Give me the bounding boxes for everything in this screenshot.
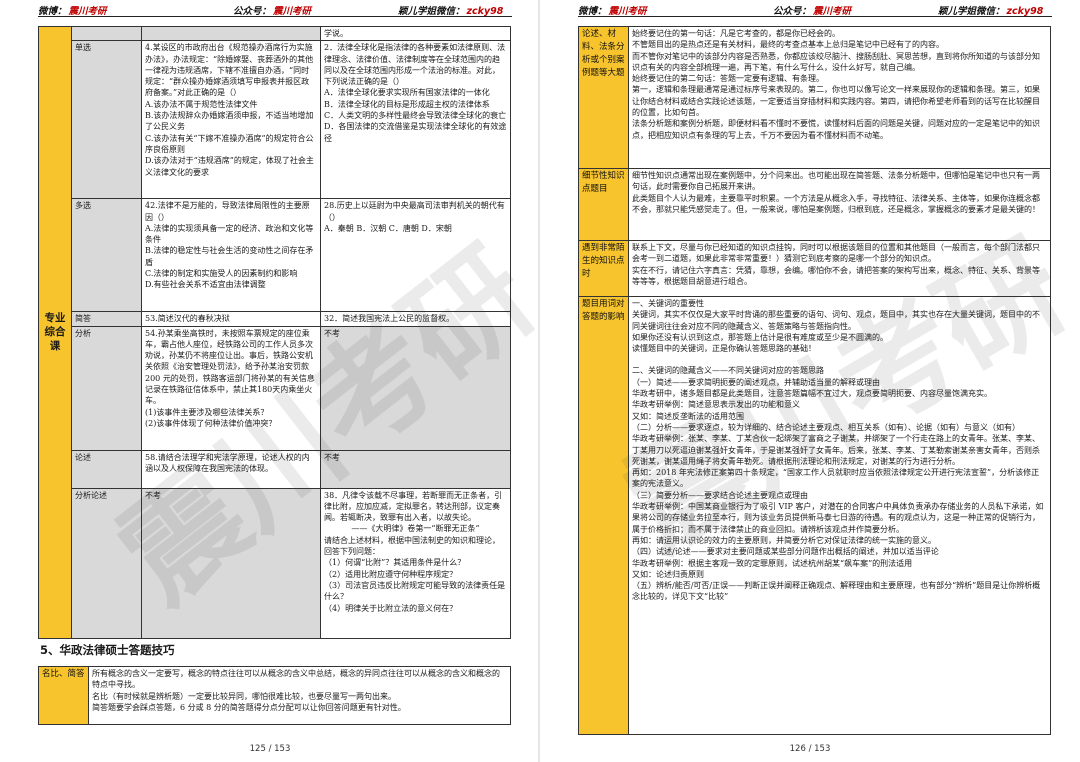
row-col2: 不考 <box>320 449 511 489</box>
weibo-label: 微博： <box>38 5 67 17</box>
row-col1: 53.简述汉代的春秋决狱 <box>141 311 321 327</box>
row-type: 多选 <box>71 198 142 313</box>
row-text: 一、关键词的重要性 关键词，其实不仅仅是大家平时背诵的那些重要的语句、词句、观点… <box>628 296 1051 735</box>
tips-text: 所有概念的含义一定要写，概念的特点往往可以从概念的含义中总结，概念的异同点往往可… <box>88 666 511 725</box>
side-label-cell: 专业综合课 <box>38 26 72 639</box>
row-col1: 4.某设区的市政府出台《规范操办酒席行为实施办法》，办法规定：“除婚嫁娶、丧葬酒… <box>141 40 321 200</box>
row-label: 遇到非常陌生的知识点时 <box>578 240 629 297</box>
row-col2: 32．简述我国宪法上公民的监督权。 <box>320 311 511 327</box>
left-page: 微博： 震川考研 公众号： 震川考研 颖儿学姐微信： zcky98 专业综合课 学说。… <box>0 0 540 762</box>
row-text: 始终要记住的第一句话：凡是它考查的，都是你已经会的。 不管题目出的是热点还是有关… <box>628 26 1051 169</box>
right-page: 微博： 震川考研 公众号： 震川考研 颖儿学姐微信： zcky98 论述、材料、法条分… <box>540 0 1080 762</box>
top-col2-cell: 学说。 <box>320 25 511 42</box>
row-label: 论述、材料、法条分析或个别案例题等大题 <box>578 26 629 169</box>
row-type: 论述 <box>71 449 142 489</box>
top-col1-cell <box>141 25 321 42</box>
exam-table: 专业综合课 学说。 单选 4.某设区的市政府出台《规范操办酒席行为实施办法》，办… <box>38 25 511 639</box>
row-text: 联系上下文，尽量与你已经知道的知识点挂钩，同时可以根据该题目的位置和其他题目（一… <box>628 240 1051 297</box>
row-text: 细节性知识点通常出现在案例题中，分个问来出。也可能出现在简答题、法条分析题中，但… <box>628 168 1051 241</box>
table-row: 题目用词对答题的影响 一、关键词的重要性 关键词，其实不仅仅是大家平时背诵的那些… <box>578 296 1051 735</box>
page-header: 微博： 震川考研 公众号： 震川考研 颖儿学姐微信： zcky98 <box>578 3 1052 17</box>
table-row: 论述、材料、法条分析或个别案例题等大题 始终要记住的第一句话：凡是它考查的，都是… <box>578 26 1051 169</box>
table-row: 多选 42.法律不是万能的，导致法律局限性的主要原因（） A.法律的实现须具备一… <box>39 198 511 313</box>
weibo-label: 微博： <box>578 5 607 17</box>
table-row: 单选 4.某设区的市政府出台《规范操办酒席行为实施办法》，办法规定：“除婚嫁娶、… <box>39 40 511 200</box>
row-type: 简答 <box>71 311 142 327</box>
table-row: 简答 53.简述汉代的春秋决狱 32．简述我国宪法上公民的监督权。 <box>39 311 511 327</box>
row-col1: 不考 <box>141 487 321 639</box>
row-col2: 不考 <box>320 325 511 451</box>
gzh-label: 公众号： <box>233 5 272 17</box>
table-row: 遇到非常陌生的知识点时 联系上下文，尽量与你已经知道的知识点挂钩，同时可以根据该… <box>578 240 1051 297</box>
row-type: 单选 <box>71 40 142 200</box>
row-col1: 42.法律不是万能的，导致法律局限性的主要原因（） A.法律的实现须具备一定的经… <box>141 198 321 313</box>
table-row: 细节性知识点题目 细节性知识点通常出现在案例题中，分个问来出。也可能出现在简答题… <box>578 168 1051 241</box>
side-label: 专业综合课 <box>44 312 66 353</box>
gzh-value: 震川考研 <box>273 5 312 17</box>
wx-value: zcky98 <box>1006 5 1044 17</box>
weibo-value: 震川考研 <box>608 5 647 17</box>
row-type: 分析论述 <box>71 487 142 639</box>
wx-value: zcky98 <box>466 5 504 17</box>
tips-detail-table: 论述、材料、法条分析或个别案例题等大题 始终要记住的第一句话：凡是它考查的，都是… <box>578 26 1051 735</box>
row-col1: 58.请结合法理学和宪法学原理，论述人权的内涵以及人权保障在我国宪法的体现。 <box>141 449 321 489</box>
row-type: 分析 <box>71 325 142 451</box>
table-row: 论述 58.请结合法理学和宪法学原理，论述人权的内涵以及人权保障在我国宪法的体现… <box>39 449 511 489</box>
tips-table: 名比、简答 所有概念的含义一定要写，概念的特点往往可以从概念的含义中总结，概念的… <box>38 666 511 725</box>
page-number: 126 / 153 <box>789 744 831 754</box>
weibo-value: 震川考研 <box>68 5 107 17</box>
row-col2: 2．法律全球化是指法律的各种要素如法律原则、法律理念、法律价值、法律制度等在全球… <box>320 40 511 200</box>
gzh-value: 震川考研 <box>813 5 852 17</box>
wx-label: 颖儿学姐微信： <box>398 5 465 17</box>
row-label: 细节性知识点题目 <box>578 168 629 241</box>
row-col1: 54.孙某乘坐高铁时，未按照车票规定的座位乘车，霸占他人座位，经铁路公司的工作人… <box>141 325 321 451</box>
table-row: 分析 54.孙某乘坐高铁时，未按照车票规定的座位乘车，霸占他人座位，经铁路公司的… <box>39 325 511 451</box>
page-number: 125 / 153 <box>249 744 291 754</box>
row-col2: 38．凡律令该载不尽事理，若断罪而无正条者，引律比附，应加应减，定拟罪名，转达刑… <box>320 487 511 639</box>
tips-label: 名比、简答 <box>38 666 89 725</box>
gzh-label: 公众号： <box>773 5 812 17</box>
page-header: 微博： 震川考研 公众号： 震川考研 颖儿学姐微信： zcky98 <box>38 3 512 17</box>
wx-label: 颖儿学姐微信： <box>938 5 1005 17</box>
top-type-cell <box>71 25 142 42</box>
table-row: 分析论述 不考 38．凡律令该载不尽事理，若断罪而无正条者，引律比附，应加应减，… <box>39 487 511 639</box>
row-col2: 28.历史上以廷尉为中央最高司法审判机关的朝代有（） A．秦朝 B．汉朝 C．唐… <box>320 198 511 313</box>
row-label: 题目用词对答题的影响 <box>578 296 629 735</box>
section-title: 5、华政法律硕士答题技巧 <box>40 643 175 657</box>
